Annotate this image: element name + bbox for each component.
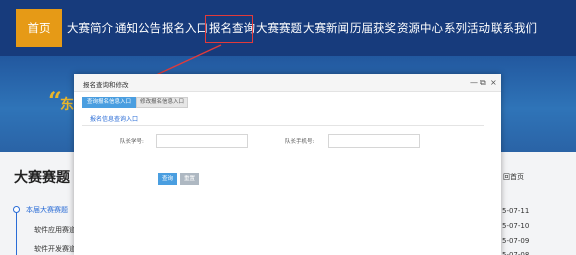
minimize-icon[interactable]: — bbox=[470, 77, 478, 88]
annotation-highlight-box bbox=[205, 15, 253, 43]
news-date: 5-07-11 bbox=[502, 207, 530, 215]
news-date: 5-07-08 bbox=[502, 251, 530, 255]
nav-item-contact[interactable]: 联系我们 bbox=[491, 20, 537, 36]
sidebar-timeline-dot bbox=[13, 206, 20, 213]
dialog-title: 报名查询和修改 bbox=[83, 81, 129, 89]
banner-text: 东 bbox=[60, 97, 74, 113]
reset-button[interactable]: 重置 bbox=[180, 173, 199, 185]
close-icon[interactable]: × bbox=[490, 77, 497, 88]
page-title: 大赛赛题 bbox=[14, 170, 70, 186]
nav-item-about[interactable]: 大赛简介 bbox=[67, 20, 113, 36]
registration-query-dialog: 报名查询和修改 — ⧉ × 查询报名信息入口 修改报名信息入口 报名信息查询入口… bbox=[74, 74, 501, 255]
nav-item-register[interactable]: 报名入口 bbox=[162, 20, 208, 36]
nav-item-home[interactable]: 首页 bbox=[16, 9, 62, 47]
subtab-divider bbox=[82, 125, 484, 126]
sidebar-timeline-line bbox=[16, 210, 17, 255]
captain-phone-input[interactable] bbox=[328, 134, 420, 148]
back-home-link[interactable]: 回首页 bbox=[503, 172, 524, 182]
sidebar-item-dev-track[interactable]: 软件开发赛道 bbox=[34, 244, 76, 254]
captain-id-label: 队长学号: bbox=[120, 139, 144, 145]
tab-modify-registration[interactable]: 修改报名信息入口 bbox=[136, 97, 188, 108]
dialog-header: 报名查询和修改 — ⧉ × bbox=[74, 74, 501, 92]
news-date: 5-07-10 bbox=[502, 222, 530, 230]
top-navbar: 首页 大赛简介 通知公告 报名入口 报名查询 大赛赛题 大赛新闻 历届获奖 资源… bbox=[0, 0, 576, 56]
nav-item-activities[interactable]: 系列活动 bbox=[444, 20, 490, 36]
news-date: 5-07-09 bbox=[502, 237, 530, 245]
nav-item-notices[interactable]: 通知公告 bbox=[115, 20, 161, 36]
captain-phone-label: 队长手机号: bbox=[285, 139, 315, 145]
sidebar-item-app-track[interactable]: 软件应用赛道 bbox=[34, 225, 76, 235]
subtab-registration-query[interactable]: 报名信息查询入口 bbox=[90, 114, 138, 123]
nav-item-past-winners[interactable]: 历届获奖 bbox=[350, 20, 396, 36]
sidebar-item-current-topics[interactable]: 本届大赛赛题 bbox=[26, 205, 68, 215]
tab-query-registration[interactable]: 查询报名信息入口 bbox=[82, 97, 136, 108]
nav-item-resources[interactable]: 资源中心 bbox=[397, 20, 443, 36]
captain-id-input[interactable] bbox=[156, 134, 248, 148]
nav-item-contest-topics[interactable]: 大赛赛题 bbox=[256, 20, 302, 36]
nav-item-news[interactable]: 大赛新闻 bbox=[303, 20, 349, 36]
maximize-icon[interactable]: ⧉ bbox=[480, 77, 486, 88]
query-button[interactable]: 查询 bbox=[158, 173, 177, 185]
